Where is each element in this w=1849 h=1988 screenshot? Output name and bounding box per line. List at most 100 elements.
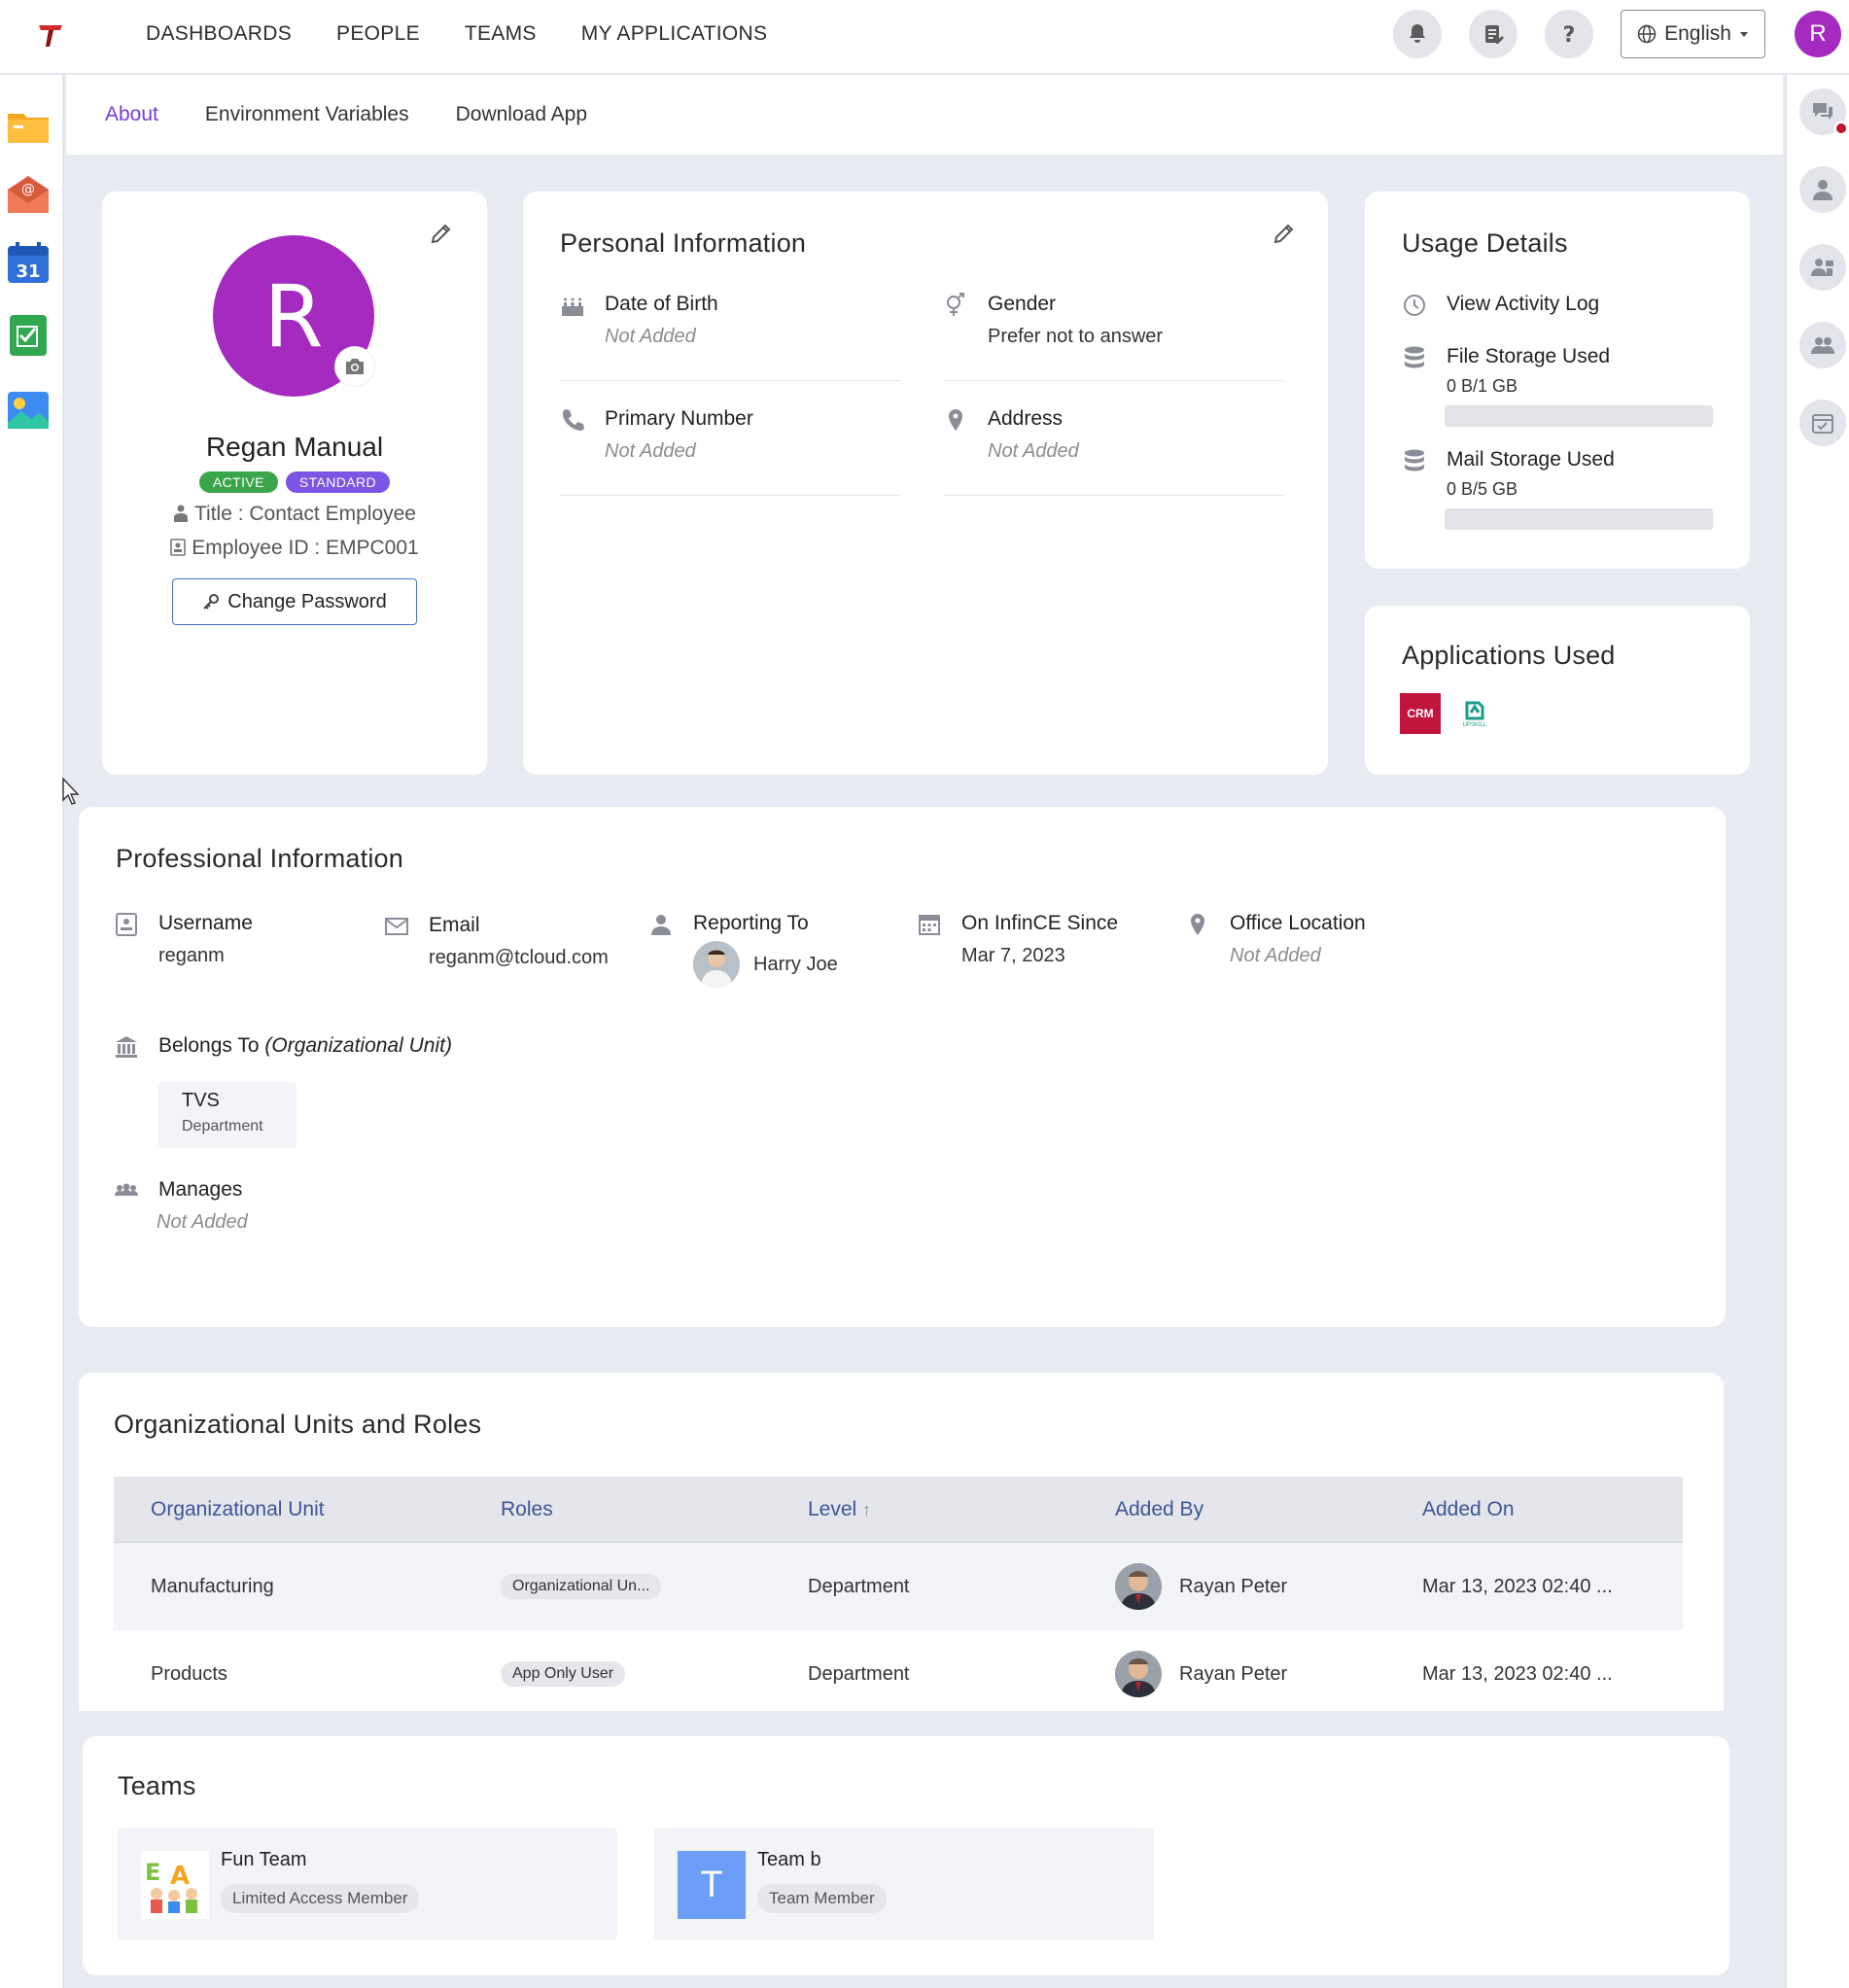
added-by-avatar: [1115, 1563, 1162, 1610]
calendar-check-button[interactable]: [1799, 400, 1846, 446]
files-app-button[interactable]: [6, 104, 51, 149]
edit-profile-icon[interactable]: [429, 221, 454, 246]
nav-my-applications[interactable]: MY APPLICATIONS: [581, 22, 768, 46]
role-chip[interactable]: App Only User: [501, 1661, 626, 1687]
email-field: Email reganm@tcloud.com: [384, 914, 627, 982]
team-card-fun-team[interactable]: E A Fun Team Limited Access Member: [118, 1828, 617, 1940]
employee-id-line: Employee ID : EMPC001: [102, 537, 487, 560]
tasks-app-button[interactable]: [6, 313, 51, 358]
upskill-app-logo[interactable]: UPSKILL: [1454, 693, 1495, 734]
user-group-icon: [1811, 259, 1833, 276]
checklist-icon: [10, 315, 47, 356]
tab-download-app[interactable]: Download App: [456, 103, 587, 126]
reporting-person[interactable]: Harry Joe: [693, 941, 838, 988]
database-icon: [1405, 346, 1424, 368]
professional-title: Professional Information: [116, 844, 403, 873]
divider: [943, 495, 1283, 496]
change-password-button[interactable]: Change Password: [172, 578, 417, 625]
mail-app-button[interactable]: @: [6, 172, 51, 217]
file-storage-label: File Storage Used: [1447, 345, 1611, 367]
change-password-label: Change Password: [227, 590, 387, 612]
unread-dot: [1834, 122, 1848, 135]
edit-personal-icon[interactable]: [1272, 221, 1297, 246]
contacts-button[interactable]: [1799, 244, 1846, 291]
personal-info-title: Personal Information: [560, 228, 807, 258]
mouse-cursor-icon: [62, 778, 80, 805]
phone-field: Primary Number Not Added: [560, 407, 900, 475]
office-label: Office Location: [1230, 912, 1366, 934]
profile-button[interactable]: [1799, 166, 1846, 213]
row-org-unit: Products: [151, 1662, 227, 1685]
team-logo-illustration: E A: [141, 1851, 209, 1919]
company-logo[interactable]: [35, 19, 66, 51]
column-added-on[interactable]: Added On: [1422, 1498, 1683, 1521]
column-level[interactable]: Level ↑: [808, 1498, 1115, 1521]
title-text: Title : Contact Employee: [194, 503, 416, 525]
column-org-unit[interactable]: Organizational Unit: [114, 1498, 501, 1521]
username-field: Username reganm: [114, 912, 357, 980]
org-unit-chip[interactable]: TVS Department: [158, 1082, 297, 1148]
notifications-button[interactable]: [1393, 10, 1443, 58]
tasks-button[interactable]: [1469, 10, 1518, 58]
change-photo-button[interactable]: [335, 347, 374, 386]
user-icon: [651, 915, 671, 935]
since-value: Mar 7, 2023: [961, 945, 1065, 966]
camera-icon: [346, 359, 364, 374]
sort-asc-icon: ↑: [862, 1499, 872, 1519]
office-location-field: Office Location Not Added: [1185, 912, 1418, 980]
caret-down-icon: [1740, 32, 1748, 37]
team-card-team-b[interactable]: T Team b Team Member: [654, 1828, 1154, 1940]
help-button[interactable]: ?: [1545, 10, 1594, 58]
tab-environment-variables[interactable]: Environment Variables: [205, 103, 409, 126]
column-added-by[interactable]: Added By: [1115, 1498, 1422, 1521]
username-label: Username: [158, 912, 253, 934]
usage-details-card: Usage Details View Activity Log File Sto…: [1365, 192, 1750, 569]
status-badge: ACTIVE: [198, 471, 278, 493]
profile-tabs: About Environment Variables Download App: [66, 75, 1783, 155]
title-line: Title : Contact Employee: [102, 503, 487, 526]
file-storage-bar: [1445, 405, 1713, 427]
gender-label: Gender: [988, 293, 1057, 315]
team-name: Team b: [757, 1849, 821, 1870]
activity-log-label: View Activity Log: [1447, 293, 1600, 315]
manages-value: Not Added: [157, 1211, 248, 1233]
tab-about[interactable]: About: [105, 103, 158, 126]
org-roles-title: Organizational Units and Roles: [114, 1410, 482, 1439]
table-row[interactable]: Manufacturing Organizational Un... Depar…: [114, 1543, 1683, 1630]
member-since-field: On InfinCE Since Mar 7, 2023: [917, 912, 1150, 980]
teams-button[interactable]: [1799, 322, 1846, 368]
language-selector[interactable]: English: [1621, 10, 1765, 58]
added-by-name: Rayan Peter: [1179, 1575, 1288, 1597]
role-chip[interactable]: Organizational Un...: [501, 1574, 662, 1599]
reporting-value: Harry Joe: [753, 953, 838, 975]
chat-button[interactable]: [1799, 88, 1848, 135]
activity-log-link[interactable]: View Activity Log: [1402, 293, 1723, 322]
user-avatar[interactable]: R: [1795, 11, 1841, 57]
app-launcher-rail: @ 31: [0, 75, 64, 1988]
crm-app-logo[interactable]: CRM: [1400, 693, 1441, 734]
svg-text:?: ?: [1563, 23, 1576, 46]
nav-teams[interactable]: TEAMS: [465, 22, 537, 46]
calendar-app-button[interactable]: 31: [6, 240, 51, 285]
nav-dashboards[interactable]: DASHBOARDS: [146, 22, 292, 46]
username-value: reganm: [158, 945, 225, 966]
right-quick-rail: [1785, 75, 1849, 1988]
org-unit-type: Department: [182, 1118, 263, 1134]
globe-icon: [1637, 24, 1657, 44]
belongs-sub-label: (Organizational Unit): [264, 1034, 452, 1057]
nav-people[interactable]: PEOPLE: [336, 22, 420, 46]
row-org-unit: Manufacturing: [151, 1575, 274, 1597]
row-level: Department: [808, 1662, 910, 1685]
svg-text:A: A: [170, 1862, 190, 1891]
column-roles[interactable]: Roles: [501, 1498, 808, 1521]
cake-icon: [562, 297, 583, 316]
divider: [560, 495, 900, 496]
profile-card: R Regan Manual ACTIVE STANDARD Title : C…: [102, 192, 487, 775]
id-card-icon: [170, 539, 187, 556]
profile-badges: ACTIVE STANDARD: [102, 471, 487, 493]
divider: [943, 380, 1283, 381]
upskill-logo-text: UPSKILL: [1462, 722, 1487, 728]
team-role-chip: Limited Access Member: [221, 1884, 420, 1913]
table-row[interactable]: Products App Only User Department Rayan …: [114, 1630, 1683, 1718]
gallery-app-button[interactable]: [6, 388, 51, 433]
